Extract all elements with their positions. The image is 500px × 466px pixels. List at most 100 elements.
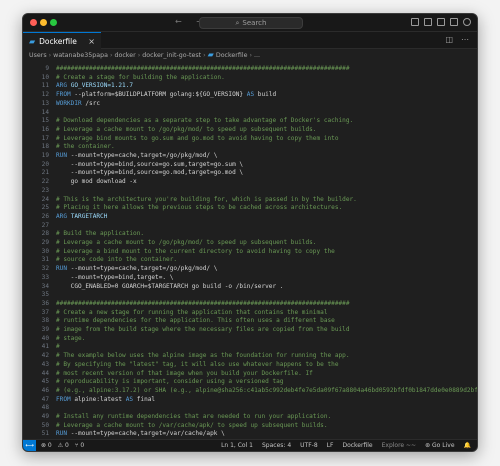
code-line[interactable]: 18 # the container. [23, 142, 477, 151]
code-line[interactable]: 40 # stage. [23, 334, 477, 343]
cursor-position[interactable]: Ln 1, Col 1 [221, 440, 253, 451]
code-line[interactable]: 22 go mod download -x [23, 177, 477, 186]
toggle-secondary-sidebar-icon[interactable] [437, 18, 445, 26]
indentation[interactable]: Spaces: 4 [262, 440, 291, 451]
code-line[interactable]: 45 # reproducability is important, consid… [23, 377, 477, 386]
customize-layout-icon[interactable] [450, 18, 458, 26]
code-line[interactable]: 50 # Leverage a cache mount to /var/cache… [23, 421, 477, 430]
breadcrumb-item[interactable]: docker [114, 52, 135, 59]
code-line[interactable]: 15 # Download dependencies as a separate … [23, 116, 477, 125]
ports-indicator[interactable]: ⑂ 0 [75, 440, 84, 451]
code-line[interactable]: 13 WORKDIR /src [23, 99, 477, 108]
more-actions-icon[interactable]: ⋯ [461, 35, 469, 44]
code-line[interactable]: 21 --mount=type=bind,source=go.mod,targe… [23, 168, 477, 177]
code-token: # Leverage a bind mount to the current d… [56, 247, 335, 255]
line-code: # stage. [56, 334, 85, 343]
code-line[interactable]: 24 # This is the architecture you're buil… [23, 195, 477, 204]
toggle-primary-sidebar-icon[interactable] [411, 18, 419, 26]
code-line[interactable]: 51 RUN --mount=type=cache,target=/var/cac… [23, 429, 477, 438]
line-number: 34 [41, 282, 49, 290]
breadcrumb-item[interactable]: Dockerfile [216, 52, 248, 59]
code-line[interactable]: 27 [23, 221, 477, 230]
command-center-search[interactable]: ⌕ Search [199, 17, 303, 29]
remote-indicator-button[interactable]: ⟷ [23, 440, 36, 451]
code-line[interactable]: 23 [23, 186, 477, 195]
go-live-button[interactable]: ⊛ Go Live [425, 440, 454, 451]
code-line[interactable]: 28 # Build the application. [23, 229, 477, 238]
code-line[interactable]: 38 # runtime dependencies for the applica… [23, 316, 477, 325]
minimize-window-button[interactable] [40, 19, 47, 26]
code-line[interactable]: 46 # (e.g., alpine:3.17.2) or SHA (e.g., … [23, 386, 477, 395]
breadcrumb-item[interactable]: docker_init-go-test [142, 52, 201, 59]
warnings-indicator[interactable]: ⚠ 0 [58, 440, 69, 451]
code-token: FROM [56, 395, 75, 403]
code-line[interactable]: 47 FROM alpine:latest AS final [23, 395, 477, 404]
code-line[interactable]: 17 # Leverage bind mounts to go.sum and g… [23, 134, 477, 143]
code-token: alpine:latest [74, 395, 126, 403]
code-line[interactable]: 30 # Leverage a bind mount to the current… [23, 247, 477, 256]
line-code: --mount=type=bind,target=. \ [56, 273, 174, 282]
maximize-window-button[interactable] [50, 19, 57, 26]
code-line[interactable]: 33 --mount=type=bind,target=. \ [23, 273, 477, 282]
split-editor-icon[interactable]: ◫ [445, 35, 453, 44]
tab-dockerfile[interactable]: ▰ Dockerfile × [23, 32, 101, 49]
code-line[interactable]: 16 # Leverage a cache mount to /go/pkg/mo… [23, 125, 477, 134]
code-line[interactable]: 10 # Create a stage for building the appl… [23, 73, 477, 82]
code-line[interactable]: 25 # Placing it here allows the previous … [23, 203, 477, 212]
code-token: ARG [56, 212, 71, 220]
code-line[interactable]: 35 [23, 290, 477, 299]
code-line[interactable]: 32 RUN --mount=type=cache,target=/go/pkg/… [23, 264, 477, 273]
errors-indicator[interactable]: ⊗ 0 [41, 440, 52, 451]
code-line[interactable]: 11 ARG GO_VERSION=1.21.7 [23, 81, 477, 90]
title-bar: ← → ⌕ Search [23, 14, 477, 32]
code-line[interactable]: 42 # The example below uses the alpine im… [23, 351, 477, 360]
code-line[interactable]: 44 # most recent version of that image wh… [23, 369, 477, 378]
code-line[interactable]: 37 # Create a new stage for running the a… [23, 308, 477, 317]
encoding[interactable]: UTF-8 [300, 440, 318, 451]
line-number: 44 [41, 369, 49, 377]
code-line[interactable]: 31 # source code into the container. [23, 255, 477, 264]
toggle-panel-icon[interactable] [424, 18, 432, 26]
line-number: 10 [41, 73, 49, 81]
extension-status[interactable]: Explore ~~ [382, 440, 416, 451]
status-bar: ⟷ ⊗ 0 ⚠ 0 ⑂ 0 Ln 1, Col 1 Spaces: 4 UTF-… [23, 439, 477, 451]
code-token: ########################################… [56, 65, 350, 72]
code-line[interactable]: 41 # [23, 342, 477, 351]
line-number: 11 [41, 82, 49, 90]
breadcrumb-item[interactable]: ... [254, 52, 260, 59]
code-line[interactable]: 49 # Install any runtime dependencies tha… [23, 412, 477, 421]
code-line[interactable]: 48 [23, 403, 477, 412]
code-token: # most recent version of that image when… [56, 369, 313, 377]
code-line[interactable]: 20 --mount=type=bind,source=go.sum,targe… [23, 160, 477, 169]
code-token: # Leverage a cache mount to /go/pkg/mod/… [56, 125, 317, 133]
line-number: 41 [41, 343, 49, 351]
close-window-button[interactable] [30, 19, 37, 26]
code-line[interactable]: 9 #######################################… [23, 64, 477, 73]
breadcrumb-item[interactable]: Users [29, 52, 47, 59]
breadcrumb-item[interactable]: watanabe35papa [53, 52, 108, 59]
code-line[interactable]: 29 # Leverage a cache mount to /go/pkg/mo… [23, 238, 477, 247]
language-mode[interactable]: Dockerfile [342, 440, 372, 451]
code-line[interactable]: 19 RUN --mount=type=cache,target=/go/pkg/… [23, 151, 477, 160]
notifications-bell-icon[interactable]: 🔔 [464, 440, 471, 451]
line-number: 27 [41, 221, 49, 229]
code-line[interactable]: 12 FROM --platform=$BUILDPLATFORM golang:… [23, 90, 477, 99]
code-token: RUN [56, 152, 71, 159]
code-line[interactable]: 36 ######################################… [23, 299, 477, 308]
accounts-icon[interactable] [463, 18, 471, 26]
code-line[interactable]: 43 # By specifying the "latest" tag, it w… [23, 360, 477, 369]
line-code: # Leverage a cache mount to /go/pkg/mod/… [56, 238, 316, 247]
line-code: # Create a stage for building the applic… [56, 73, 225, 82]
close-tab-icon[interactable]: × [88, 37, 95, 46]
line-code: RUN --mount=type=cache,target=/var/cache… [56, 429, 225, 438]
code-editor[interactable]: 9 #######################################… [23, 61, 477, 441]
line-code: # image from the build stage where the n… [56, 325, 350, 334]
end-of-line[interactable]: LF [327, 440, 334, 451]
line-code: RUN --mount=type=cache,target=/go/pkg/mo… [56, 264, 217, 273]
code-line[interactable]: 26 ARG TARGETARCH [23, 212, 477, 221]
code-line[interactable]: 39 # image from the build stage where the… [23, 325, 477, 334]
code-token: # (e.g., alpine:3.17.2) or SHA (e.g., al… [56, 386, 477, 394]
line-number: 50 [41, 421, 49, 429]
code-line[interactable]: 34 CGO_ENABLED=0 GOARCH=$TARGETARCH go b… [23, 282, 477, 291]
code-line[interactable]: 14 [23, 108, 477, 117]
